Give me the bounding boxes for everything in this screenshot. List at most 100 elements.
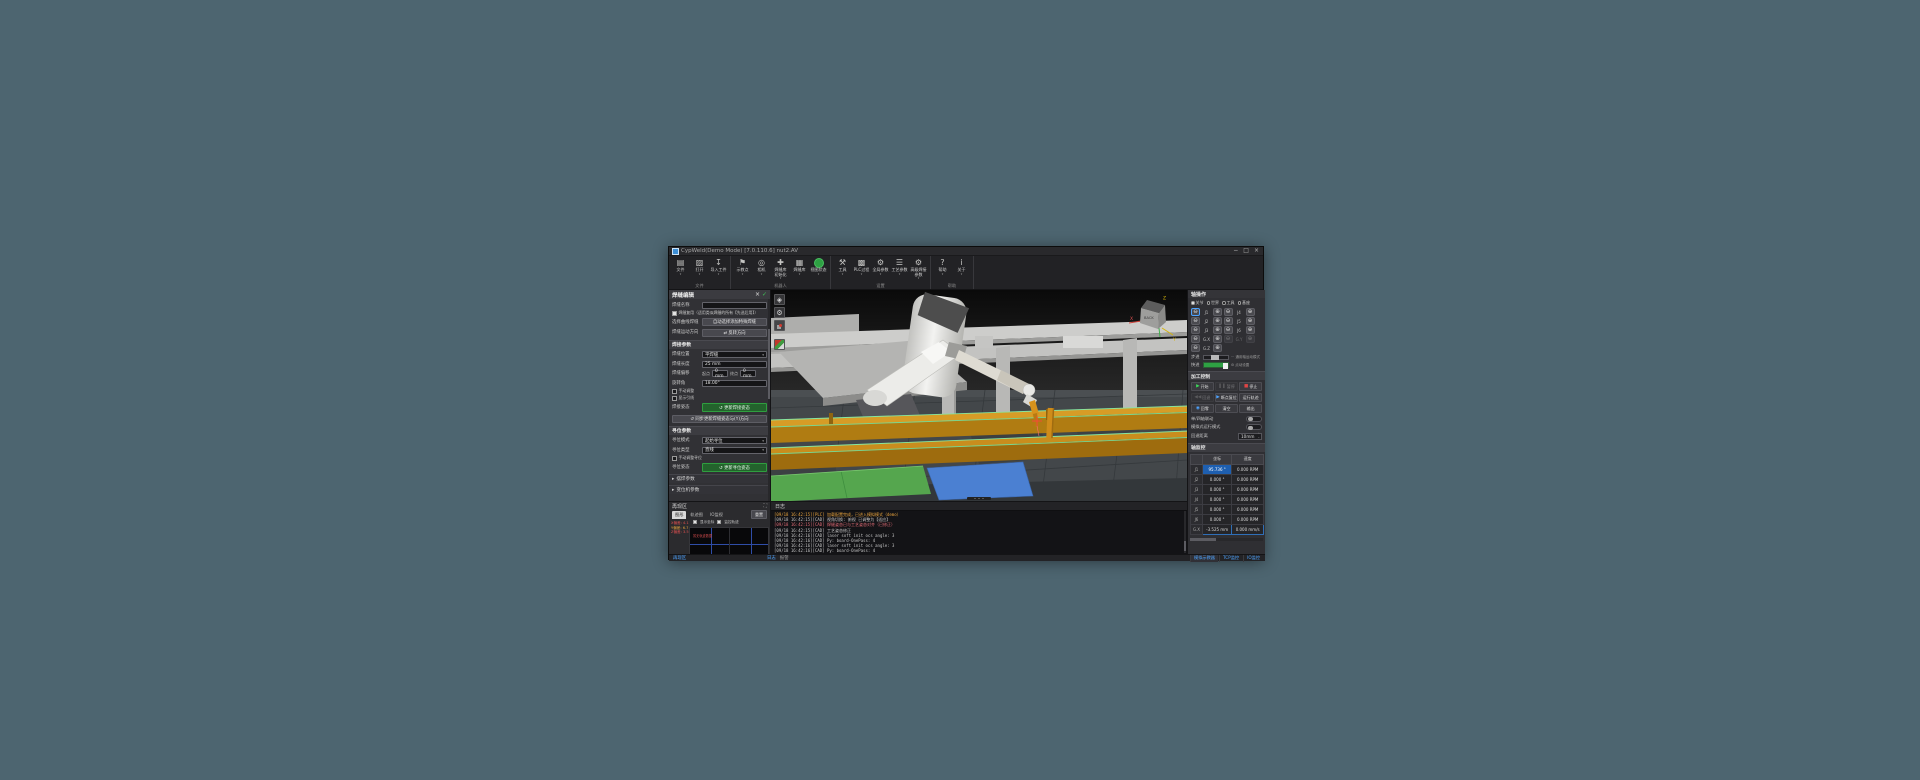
ribbon-teach-point-button[interactable]: ⚑ 示教点 ▾ xyxy=(734,257,751,276)
positioner-params-section-header[interactable]: ▸ 变位机参数 xyxy=(669,485,770,494)
jog-minus-J6[interactable]: ⊖ xyxy=(1223,326,1233,334)
ribbon-seam-library-button[interactable]: ▦ 焊缝库 ▾ xyxy=(791,257,808,276)
show-leadline-checkbox[interactable] xyxy=(672,396,677,401)
jog-plus-J1[interactable]: ⊕ xyxy=(1213,308,1222,316)
jog-minus-G.X[interactable]: ⊖ xyxy=(1191,335,1200,343)
dock-tab-TCP监控[interactable]: TCP监控 xyxy=(1218,554,1242,562)
weld-pose-button[interactable]: ↺ 更新焊接姿态 xyxy=(702,403,767,412)
maximize-icon[interactable]: □ xyxy=(1243,247,1249,255)
control-停止-button[interactable]: ■ 停止 xyxy=(1239,382,1263,391)
jog-settings-link[interactable]: ⚙ 点动设置 xyxy=(1231,363,1249,367)
weave-params-section-header[interactable]: ▸ 摆焊参数 xyxy=(669,474,770,483)
ribbon-open-button[interactable]: ▨ 打开 ▾ xyxy=(691,257,708,276)
apply-icon[interactable]: ✓ xyxy=(762,291,767,299)
toggle-模拟式运行模式[interactable] xyxy=(1246,424,1262,430)
ribbon-plc-process-button[interactable]: ▩ PLC过程 ▾ xyxy=(853,257,870,276)
select-curve-seam-button[interactable]: 自动选择添加特殊焊缝 xyxy=(702,318,767,326)
render-settings-icon[interactable]: ⚙ xyxy=(774,307,785,318)
jog-minus-J2[interactable]: ⊖ xyxy=(1191,317,1200,325)
camera-capture-icon[interactable] xyxy=(774,320,785,331)
seam-position-select[interactable]: 平焊缝 ▾ xyxy=(702,351,767,358)
seam-length-input[interactable]: 25 mm xyxy=(702,360,767,368)
log-tab-日志[interactable]: 日志 xyxy=(767,555,776,561)
speed-slider[interactable] xyxy=(1203,362,1229,369)
seam-reuse-checkbox[interactable] xyxy=(672,311,677,316)
jog-plus-J2[interactable]: ⊕ xyxy=(1213,317,1222,325)
jog-mode-基座[interactable]: 基座 xyxy=(1237,300,1250,306)
jog-minus-G.Y[interactable]: ⊖ xyxy=(1223,335,1233,343)
ribbon-tools-button[interactable]: ⚒ 工具 ▾ xyxy=(834,257,851,276)
jog-plus-J5[interactable]: ⊕ xyxy=(1245,317,1255,325)
log-tab-报警[interactable]: 报警 xyxy=(780,555,789,561)
jog-minus-J3[interactable]: ⊖ xyxy=(1191,326,1200,334)
checkbox-监控轨迹[interactable] xyxy=(717,520,722,525)
ribbon-help-button[interactable]: ? 帮助 ▾ xyxy=(934,257,951,276)
jog-minus-J1[interactable]: ⊖ xyxy=(1191,308,1200,316)
control-回退-button[interactable]: ◀◀ 回退 xyxy=(1191,393,1214,402)
control-暂停-button[interactable]: ❚❚ 暂停 xyxy=(1215,382,1238,391)
toggle-row: 单/四轴联动 xyxy=(1188,413,1265,422)
splitter-handle[interactable] xyxy=(967,497,991,500)
robot-tool-icon[interactable] xyxy=(774,339,785,350)
ribbon-global-params-button[interactable]: ⚙ 全局参数 ▾ xyxy=(872,257,889,276)
jog-plus-J3[interactable]: ⊕ xyxy=(1213,326,1222,334)
control-输出-button[interactable]: 输出 xyxy=(1239,404,1263,413)
seam-offset-end-input[interactable]: 0 mm xyxy=(740,369,756,379)
toggle-单/四轴联动[interactable] xyxy=(1246,415,1262,422)
manual-adjust-checkbox[interactable] xyxy=(672,389,677,394)
replay-dock-tab[interactable]: 再现区 xyxy=(669,555,767,561)
viewport-3d[interactable]: ◈ ⚙ BACK X Y Z xyxy=(771,290,1187,501)
jog-plus-J4[interactable]: ⊕ xyxy=(1245,308,1255,316)
control-开始-button[interactable]: ▶ 开始 xyxy=(1191,382,1214,391)
ribbon-process-params-button[interactable]: ☰ 工艺参数 ▾ xyxy=(891,257,908,276)
ribbon-view-state-button[interactable]: 视图状态 ▾ xyxy=(810,257,827,276)
jog-mode-工具[interactable]: 工具 xyxy=(1222,300,1235,306)
locate-type-select[interactable]: 直线 ▾ xyxy=(702,446,767,454)
ribbon-camera-button[interactable]: ◎ 相机 ▾ xyxy=(753,257,770,276)
control-运行轨迹-button[interactable]: 运行轨迹 xyxy=(1239,393,1263,402)
minimize-icon[interactable]: − xyxy=(1233,247,1238,255)
seam-name-input[interactable] xyxy=(702,301,767,309)
view-cube[interactable]: BACK X Y Z xyxy=(1128,294,1179,348)
control-断点复位-button[interactable]: ▶ 断点复位 xyxy=(1215,393,1238,402)
reset-button[interactable]: 重置 xyxy=(751,510,767,519)
jog-mode-世界[interactable]: 世界 xyxy=(1206,300,1219,306)
locate-pose-button[interactable]: ↺ 更新寻位姿态 xyxy=(702,463,767,472)
ribbon-about-button[interactable]: i 关于 ▾ xyxy=(953,257,970,276)
jog-minus-G.Z[interactable]: ⊖ xyxy=(1191,344,1200,352)
close-icon[interactable]: × xyxy=(1254,247,1259,255)
rotate-angle-input[interactable]: 18.00° xyxy=(702,379,767,387)
table-hscrollbar[interactable] xyxy=(1190,537,1263,541)
dock-tab-IO监控[interactable]: IO监控 xyxy=(1243,554,1263,562)
expand-icon[interactable]: ⛶ xyxy=(763,503,767,509)
control-回零-button[interactable]: ◉ 回零 xyxy=(1191,404,1214,413)
ribbon-file-button[interactable]: ▤ 文件 ▾ xyxy=(672,257,689,276)
log-scrollbar[interactable] xyxy=(1184,511,1186,553)
replay-tab-图形[interactable]: 图形 xyxy=(672,511,687,519)
backoff-distance-spinner[interactable]: 10mm ⌃ ⌄ xyxy=(1238,432,1262,440)
jog-plus-J6[interactable]: ⊕ xyxy=(1245,326,1255,334)
replay-tab-IO监视[interactable]: IO监视 xyxy=(707,511,726,519)
jog-plus-G.Y[interactable]: ⊕ xyxy=(1245,335,1255,343)
jog-plus-G.X[interactable]: ⊕ xyxy=(1213,335,1222,343)
seam-offset-start-input[interactable]: 0 mm xyxy=(712,369,728,379)
jog-plus-G.Z[interactable]: ⊕ xyxy=(1213,344,1222,352)
checkbox-显示坐标[interactable] xyxy=(693,520,697,525)
fit-view-icon[interactable]: ◈ xyxy=(774,294,785,305)
locate-mode-select[interactable]: 起始寻位 ▾ xyxy=(702,437,767,444)
ribbon-import-part-button[interactable]: ↧ 导入工件 ▾ xyxy=(710,257,727,276)
weld-panel-scrollbar[interactable] xyxy=(768,299,770,501)
control-清空-button[interactable]: 清空 xyxy=(1215,404,1238,413)
cancel-icon[interactable]: × xyxy=(755,291,760,299)
sync-pose-button[interactable]: ↺ 同步更新焊缝姿态与(Y)方向 xyxy=(672,414,767,423)
manual-locate-checkbox[interactable] xyxy=(672,456,677,461)
jog-mode-关节[interactable]: 关节 xyxy=(1191,300,1204,306)
jog-minus-J5[interactable]: ⊖ xyxy=(1223,317,1233,325)
jog-minus-J4[interactable]: ⊖ xyxy=(1223,308,1233,316)
step-slider[interactable] xyxy=(1203,354,1229,360)
dock-tab-模拟示教器[interactable]: 模拟示教器 xyxy=(1190,554,1218,562)
seam-direction-button[interactable]: ⇄ 反转方向 xyxy=(702,328,767,337)
replay-tab-轨迹图[interactable]: 轨迹图 xyxy=(687,511,706,519)
ribbon-seam-init-button[interactable]: ✚ 焊缝库 初始化 ▾ xyxy=(772,257,789,280)
ribbon-adv-weld-params-button[interactable]: ⚙ 高级焊接参数 ▾ xyxy=(910,257,927,280)
